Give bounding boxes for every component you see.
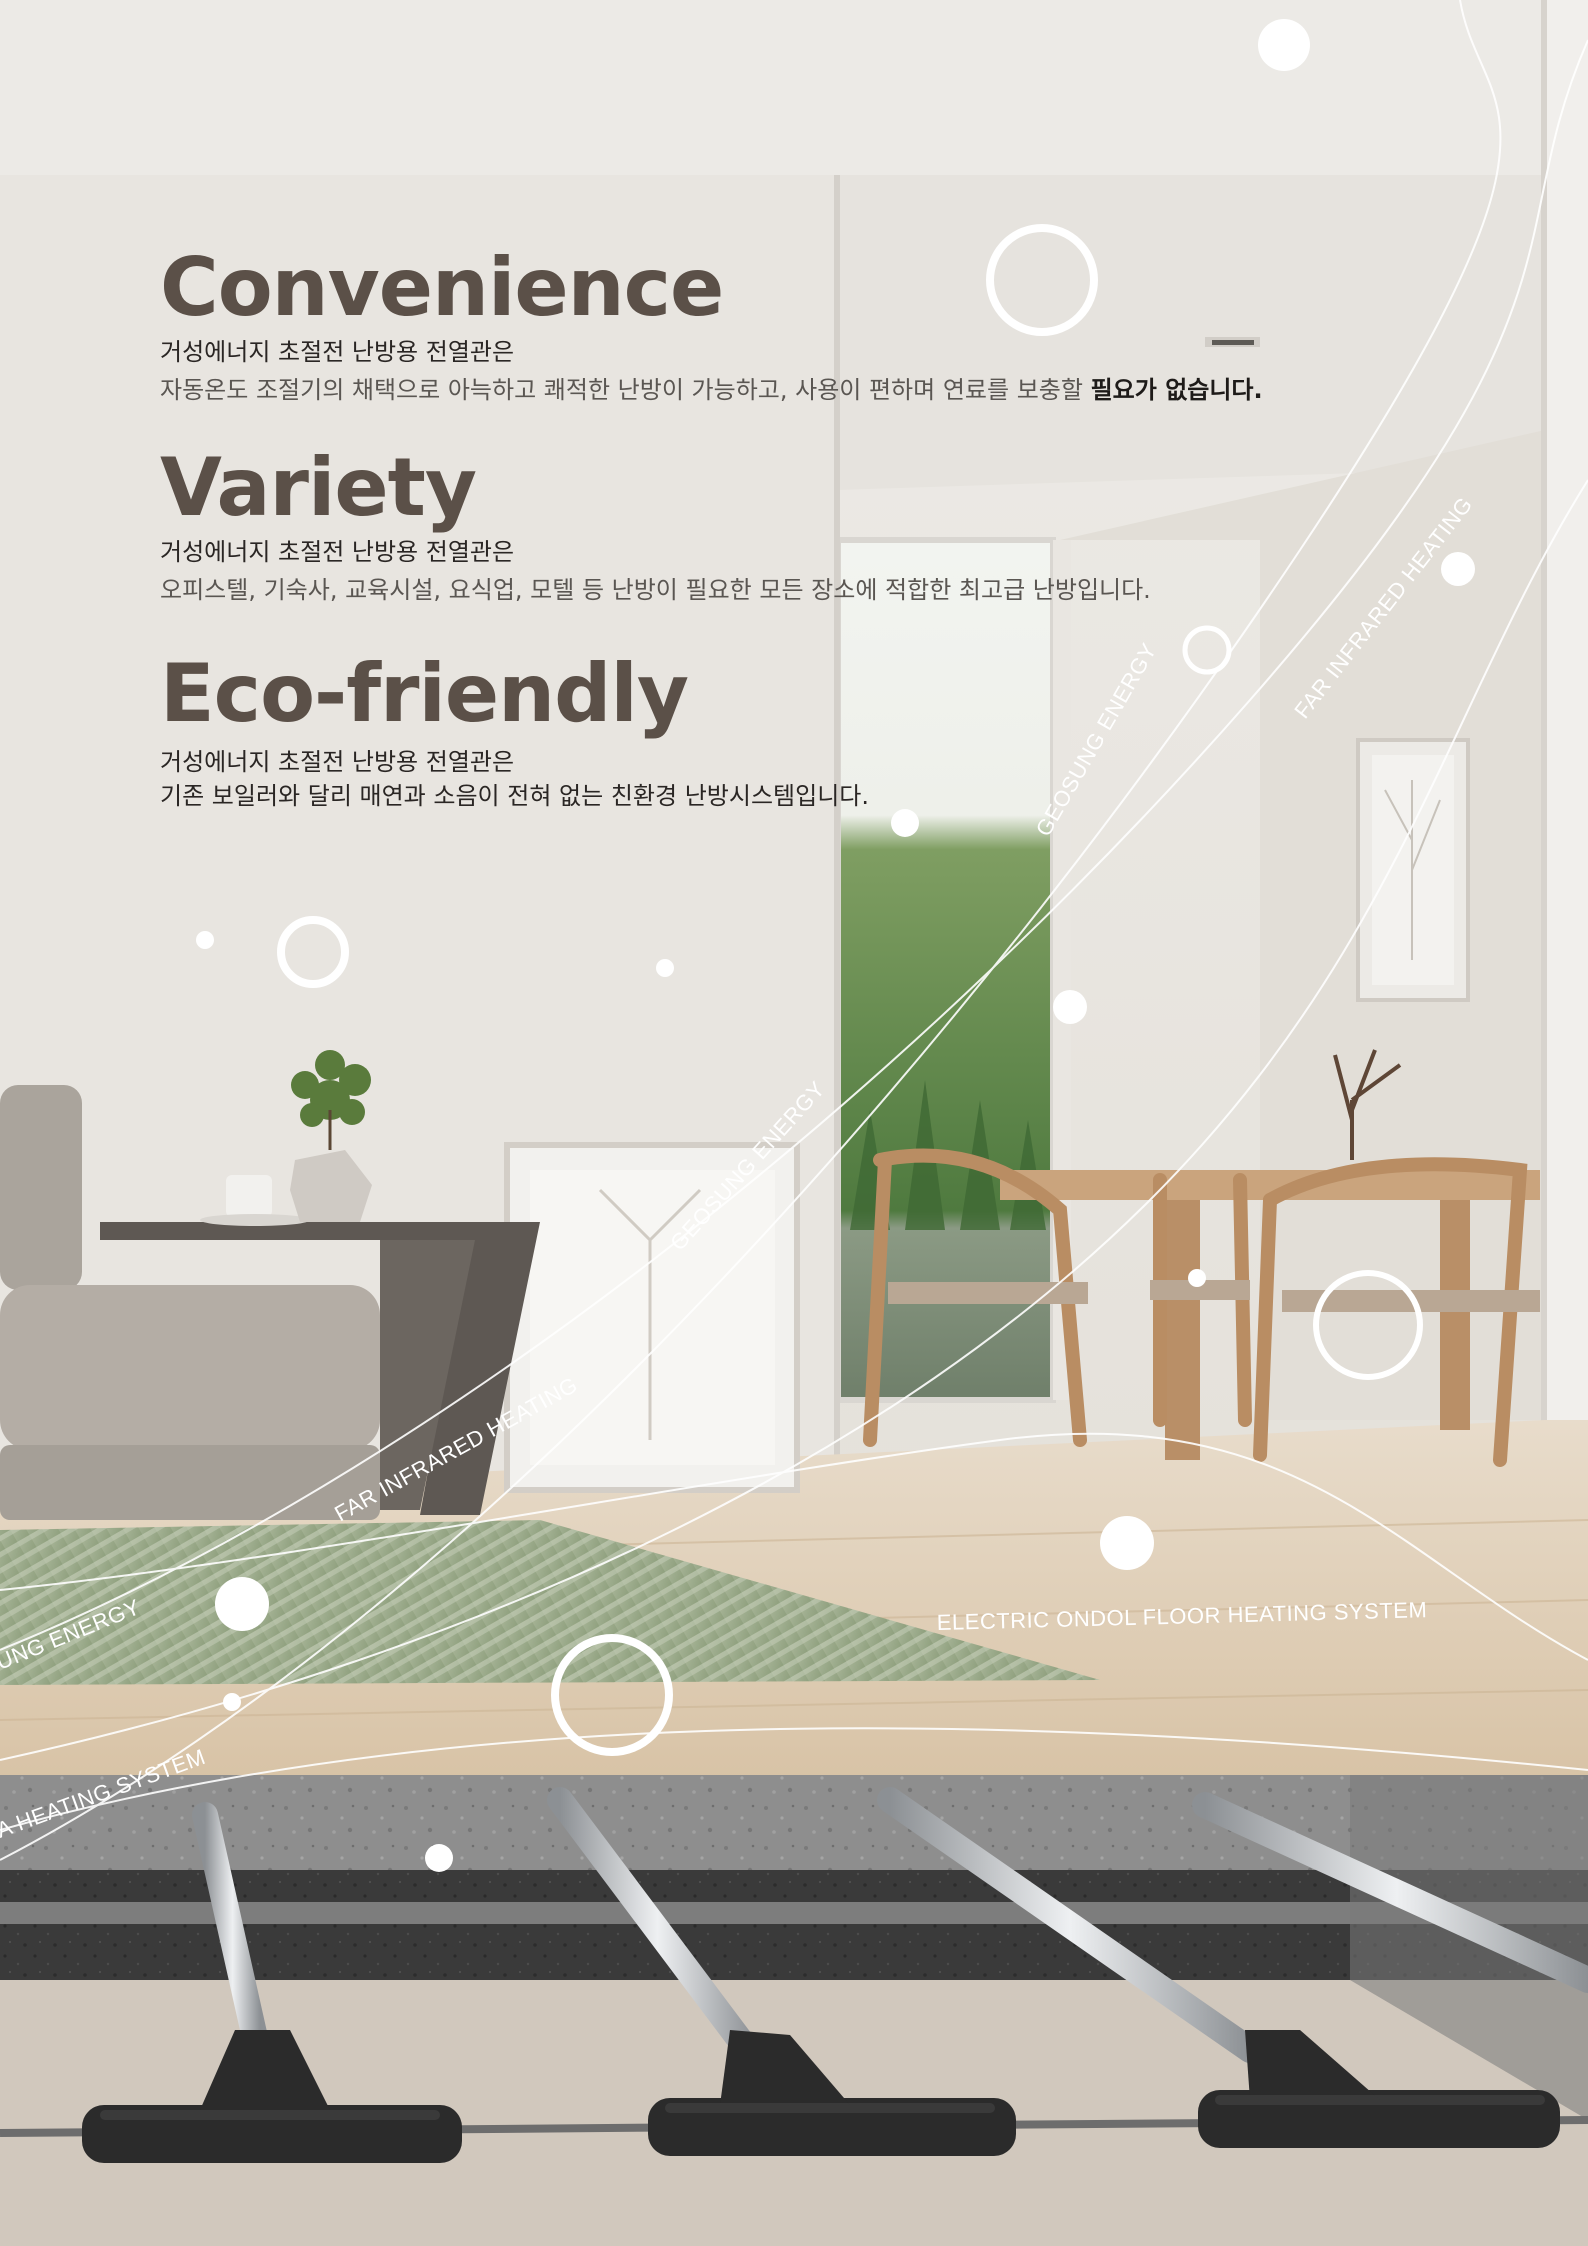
body-text: 자동온도 조절기의 채택으로 아늑하고 쾌적한 난방이 가능하고, 사용이 편하… bbox=[160, 376, 1091, 404]
section-lead-variety: 거성에너지 초절전 난방용 전열관은 bbox=[160, 538, 515, 566]
room-scene-illustration: FAR INFRARED HEATING GEOSUNG ENERGY GEOS… bbox=[0, 0, 1588, 2246]
section-title-eco-friendly: Eco-friendly bbox=[160, 647, 689, 740]
section-body-convenience: 자동온도 조절기의 채택으로 아늑하고 쾌적한 난방이 가능하고, 사용이 편하… bbox=[160, 376, 1263, 405]
section-title-convenience: Convenience bbox=[160, 241, 724, 334]
section-body-variety: 오피스텔, 기숙사, 교육시설, 요식업, 모텔 등 난방이 필요한 모든 장소… bbox=[160, 576, 1151, 605]
section-lead-eco-friendly: 거성에너지 초절전 난방용 전열관은 bbox=[160, 748, 515, 776]
poster: FAR INFRARED HEATING GEOSUNG ENERGY GEOS… bbox=[0, 0, 1588, 2246]
body-emphasis: 필요가 없습니다. bbox=[1090, 376, 1263, 404]
body-text: 기존 보일러와 달리 매연과 소음이 전혀 없는 친환경 난방시스템입니다. bbox=[160, 782, 869, 810]
section-body-eco-friendly: 기존 보일러와 달리 매연과 소음이 전혀 없는 친환경 난방시스템입니다. bbox=[160, 782, 869, 811]
section-lead-convenience: 거성에너지 초절전 난방용 전열관은 bbox=[160, 338, 515, 366]
section-title-variety: Variety bbox=[160, 441, 477, 534]
body-text: 오피스텔, 기숙사, 교육시설, 요식업, 모텔 등 난방이 필요한 모든 장소… bbox=[160, 576, 1151, 604]
